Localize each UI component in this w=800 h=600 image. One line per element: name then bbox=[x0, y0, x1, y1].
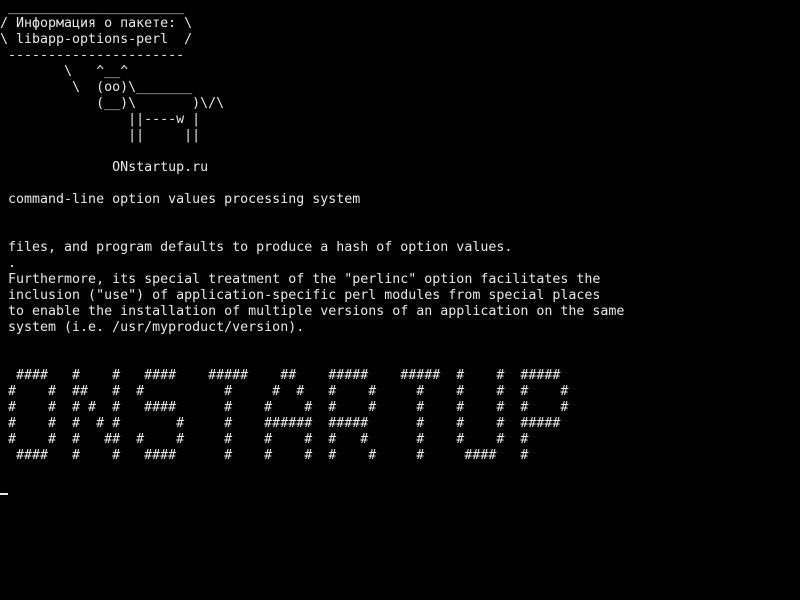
banner-line: # # # # # #### # # # # # # # # # # bbox=[0, 400, 569, 415]
site-line: ONstartup.ru bbox=[0, 160, 209, 175]
description-line: to enable the installation of multiple v… bbox=[0, 304, 625, 319]
cowsay-line: / Информация о пакете: \ bbox=[0, 16, 193, 31]
description-line: inclusion ("use") of application-specifi… bbox=[0, 288, 601, 303]
cowsay-line: ||----w | bbox=[0, 112, 201, 127]
terminal-screen[interactable]: ______________________ / Информация о па… bbox=[0, 0, 800, 600]
description-line: . bbox=[0, 256, 17, 271]
text-cursor bbox=[0, 493, 8, 495]
cowsay-line: \ (oo)\_______ bbox=[0, 80, 193, 95]
summary-line: command-line option values processing sy… bbox=[0, 192, 361, 207]
cowsay-line: \ libapp-options-perl / bbox=[0, 32, 193, 47]
cowsay-line: ______________________ bbox=[0, 0, 185, 15]
cowsay-line: ---------------------- bbox=[0, 48, 185, 63]
banner-line: # # ## # # # # # # # # # # # # bbox=[0, 384, 569, 399]
description-line: files, and program defaults to produce a… bbox=[0, 240, 513, 255]
description-line: system (i.e. /usr/myproduct/version). bbox=[0, 320, 305, 335]
cowsay-line: || || bbox=[0, 128, 201, 143]
cowsay-line: (__)\ )\/\ bbox=[0, 96, 225, 111]
banner-line: # # # # # # # ###### ##### # # # ##### bbox=[0, 416, 561, 431]
banner-line: #### # # #### # # # # # # #### # bbox=[0, 448, 529, 463]
description-line: Furthermore, its special treatment of th… bbox=[0, 272, 601, 287]
banner-line: #### # # #### ##### ## ##### ##### # # #… bbox=[0, 368, 561, 383]
cowsay-line: \ ^__^ bbox=[0, 64, 129, 79]
banner-line: # # # ## # # # # # # # # # # # bbox=[0, 432, 529, 447]
